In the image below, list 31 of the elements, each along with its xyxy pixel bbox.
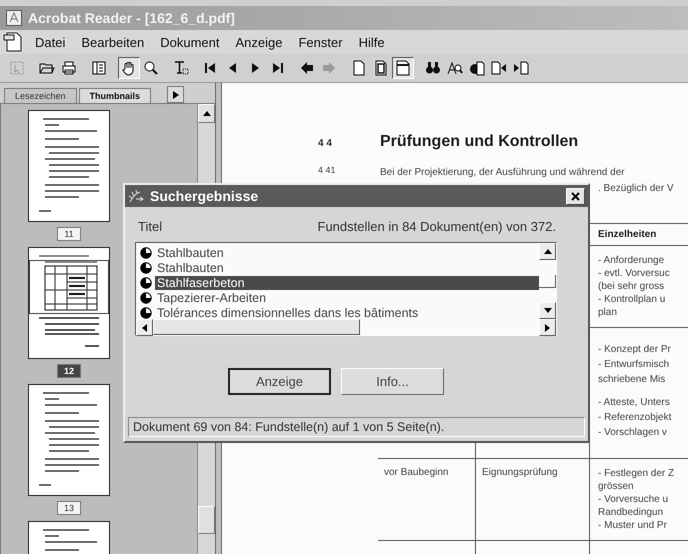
table-cell-text: schriebene Mis — [598, 373, 666, 387]
window-title: Acrobat Reader - [162_6_d.pdf] — [28, 10, 235, 26]
table-cell-text: Randbedingun — [598, 506, 664, 519]
status-text: Dokument 69 von 84: Fundstelle(n) auf 1 von 5 Seite(n). — [128, 417, 585, 437]
list-label: Titel — [138, 219, 162, 234]
table-cell-text: - Festlegen der Z — [598, 467, 676, 480]
section-heading: Prüfungen und Kontrollen — [380, 133, 578, 151]
table-cell-text: - Konzept der Pr — [598, 343, 672, 357]
table-cell-text: - Referenzobjekt — [598, 411, 672, 425]
table-cell-text: - Kontrollplan u — [598, 293, 666, 306]
table-cell: Eignungsprüfung — [476, 459, 590, 541]
table-cell-text: (bei sehr gross — [598, 280, 666, 293]
table-cell-text: - Entwurfsmisch — [598, 358, 670, 372]
table-cell-text: grössen — [598, 480, 635, 493]
table-cell-text: - Anforderunge — [598, 254, 666, 267]
paragraph-text: . Bezüglich der V — [598, 182, 674, 196]
page-number: 13 — [57, 501, 81, 515]
table-cell-text: plan — [598, 306, 618, 319]
table-cell-text: - evtl. Vorversuc — [598, 267, 671, 280]
table-cell-text: - Vorversuche u — [598, 493, 670, 506]
table-cell: vor Baubeginn — [378, 459, 476, 541]
page-number: 11 — [57, 227, 81, 241]
section-number: 4 4 — [318, 138, 333, 149]
paragraph-number: 4 41 — [318, 165, 337, 177]
dialog-title: Suchergebnisse — [150, 188, 260, 204]
results-summary: Fundstellen in 84 Dokument(en) von 372. — [318, 219, 556, 234]
table-cell-text: - Atteste, Unters — [598, 396, 671, 410]
paragraph-text: Bei der Projektierung, der Ausführung und während der — [380, 166, 626, 180]
table-cell-text: - Vorschlagen v — [598, 426, 668, 440]
page-number: 12 — [57, 364, 81, 378]
table-cell-text: - Muster und Pr — [598, 519, 668, 532]
